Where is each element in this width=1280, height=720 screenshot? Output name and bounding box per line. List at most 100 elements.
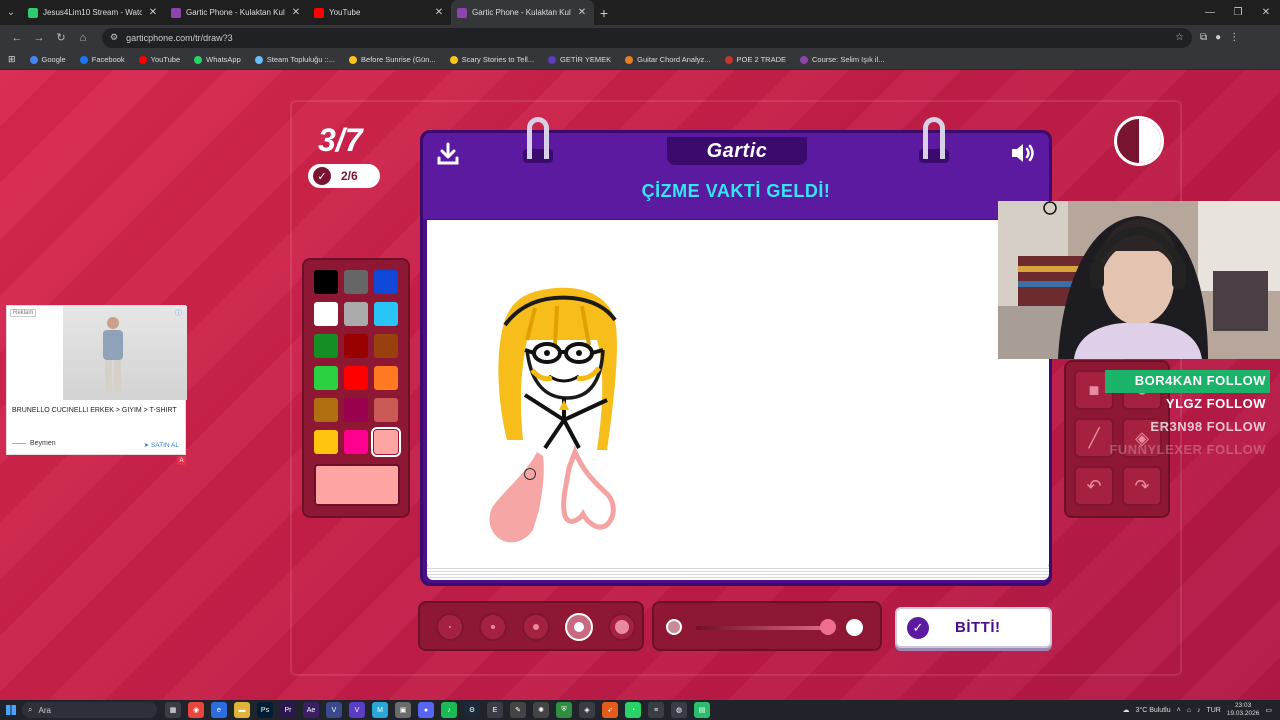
color-swatch[interactable] (374, 302, 398, 326)
network-icon[interactable]: ⌂ (1187, 707, 1191, 714)
close-icon[interactable]: ✕ (576, 7, 588, 18)
redo-icon[interactable]: ↷ (1122, 466, 1162, 506)
bookmark-whatsapp[interactable]: WhatsApp (194, 55, 241, 64)
aftereffects-icon[interactable]: Ae (303, 702, 319, 718)
start-icon[interactable] (0, 700, 22, 720)
opacity-knob[interactable] (820, 619, 836, 635)
task-view-icon[interactable]: ▦ (165, 702, 181, 718)
vegas-icon[interactable]: V (326, 702, 342, 718)
edge-icon[interactable]: e (211, 702, 227, 718)
color-swatch[interactable] (314, 270, 338, 294)
download-icon[interactable] (435, 141, 461, 167)
openai-icon[interactable]: ✺ (533, 702, 549, 718)
bookmark-facebook[interactable]: Facebook (79, 55, 125, 64)
browser-tab[interactable]: Jesus4Lim10 Stream - Watch Li ✕ (22, 0, 165, 25)
apps-icon[interactable]: ⊞ (8, 54, 16, 65)
color-swatch[interactable] (314, 334, 338, 358)
menu-icon[interactable]: ⋮ (1229, 32, 1239, 43)
reload-icon[interactable]: ↻ (50, 28, 72, 48)
notification-icon[interactable]: ▭ (1265, 706, 1272, 714)
app-icon-5[interactable]: ▤ (694, 702, 710, 718)
app-icon-4[interactable]: ≡ (648, 702, 664, 718)
chrome-icon[interactable]: ◉ (188, 702, 204, 718)
new-tab-button[interactable]: + (594, 0, 614, 25)
store-icon[interactable]: ▣ (395, 702, 411, 718)
volume-icon[interactable]: ♪ (1197, 707, 1201, 714)
obs-icon[interactable]: ◍ (671, 702, 687, 718)
forward-icon[interactable]: → (28, 28, 50, 48)
color-swatch[interactable] (374, 366, 398, 390)
bookmark-youtube[interactable]: YouTube (138, 55, 180, 64)
close-icon[interactable]: ✕ (433, 7, 445, 18)
color-swatch[interactable] (344, 302, 368, 326)
ad-cta-button[interactable]: ➤ SATIN AL (144, 441, 179, 449)
tray-overflow-icon[interactable]: ˄ (1177, 707, 1181, 714)
bookmark-imdb-2[interactable]: Scary Stories to Tell... (449, 55, 534, 64)
theme-toggle-icon[interactable] (1114, 116, 1164, 166)
folder-icon[interactable]: ▬ (234, 702, 250, 718)
brush-size-option[interactable] (522, 613, 550, 641)
color-swatch[interactable] (344, 366, 368, 390)
bookmark-getir[interactable]: GETİR YEMEK (548, 55, 611, 64)
color-swatch[interactable] (344, 430, 368, 454)
opacity-slider[interactable] (652, 601, 882, 651)
browser-tab[interactable]: Gartic Phone - Kulaktan Kulağa ✕ (165, 0, 308, 25)
brush-size-option[interactable] (565, 613, 593, 641)
bookmark-imdb[interactable]: Before Sunrise (Gün... (349, 55, 436, 64)
brush-size-option[interactable] (608, 613, 636, 641)
drawing-canvas[interactable] (427, 220, 1049, 568)
color-swatch[interactable] (344, 334, 368, 358)
color-swatch[interactable] (314, 302, 338, 326)
bookmark-poe[interactable]: POE 2 TRADE (724, 55, 786, 64)
home-icon[interactable]: ⌂ (72, 28, 94, 48)
color-swatch[interactable] (344, 398, 368, 422)
brush-size-option[interactable] (436, 613, 464, 641)
bookmark-course[interactable]: Course: Selim Işık il... (800, 55, 885, 64)
visualstudio-icon[interactable]: V (349, 702, 365, 718)
whatsapp-icon[interactable]: ◔ (625, 702, 641, 718)
photoshop-icon[interactable]: Ps (257, 702, 273, 718)
sound-icon[interactable] (1009, 141, 1037, 165)
discord-icon[interactable]: ● (418, 702, 434, 718)
maximize-icon[interactable]: ❐ (1224, 0, 1252, 25)
back-icon[interactable]: ← (6, 28, 28, 48)
extensions-icon[interactable]: ⧉ (1200, 32, 1207, 43)
undo-icon[interactable]: ↶ (1074, 466, 1114, 506)
adchoices-badge[interactable]: A (177, 456, 186, 465)
epic-icon[interactable]: E (487, 702, 503, 718)
language-indicator[interactable]: TUR (1206, 707, 1220, 714)
browser-tab-active[interactable]: Gartic Phone - Kulaktan Kulağa ✕ (451, 0, 594, 25)
bookmark-guitar[interactable]: Guitar Chord Analyz... (625, 55, 711, 64)
color-swatch[interactable] (374, 270, 398, 294)
color-swatch[interactable] (374, 334, 398, 358)
app-icon-2[interactable]: ◈ (579, 702, 595, 718)
taskbar-search[interactable]: ⌕ Ara (22, 702, 157, 718)
color-swatch[interactable] (314, 366, 338, 390)
close-icon[interactable]: ✕ (147, 7, 159, 18)
shield-icon[interactable]: ⛨ (556, 702, 572, 718)
ad-banner[interactable]: Reklam ⓘ BRUNELLO CUCINELLI ERKEK > GIYI… (6, 305, 187, 455)
close-window-icon[interactable]: ✕ (1252, 0, 1280, 25)
brush-size-option[interactable] (479, 613, 507, 641)
color-swatch[interactable] (314, 398, 338, 422)
color-swatch[interactable] (344, 270, 368, 294)
clock[interactable]: 23:03 19.03.2026 (1227, 702, 1260, 718)
site-info-icon[interactable]: ⚙ (110, 32, 118, 43)
opacity-track[interactable] (696, 626, 828, 630)
spotify-icon[interactable]: ♪ (441, 702, 457, 718)
color-swatch[interactable] (374, 398, 398, 422)
ad-info-icon[interactable]: ⓘ (175, 308, 182, 318)
bookmark-star-icon[interactable]: ☆ (1175, 32, 1184, 43)
url-input[interactable]: ⚙ garticphone.com/tr/draw?3 ☆ (102, 27, 1192, 48)
color-swatch[interactable] (314, 430, 338, 454)
bookmark-google[interactable]: Google (29, 55, 66, 64)
app-icon-3[interactable]: ➶ (602, 702, 618, 718)
app-icon[interactable]: M (372, 702, 388, 718)
color-swatch[interactable] (371, 427, 401, 457)
profile-icon[interactable]: ● (1215, 32, 1221, 43)
close-icon[interactable]: ✕ (290, 7, 302, 18)
bookmark-steam[interactable]: Steam Topluluğu ::... (254, 55, 335, 64)
pen-icon[interactable]: ✎ (510, 702, 526, 718)
steam-icon[interactable]: ⚙ (464, 702, 480, 718)
minimize-icon[interactable]: — (1196, 0, 1224, 25)
